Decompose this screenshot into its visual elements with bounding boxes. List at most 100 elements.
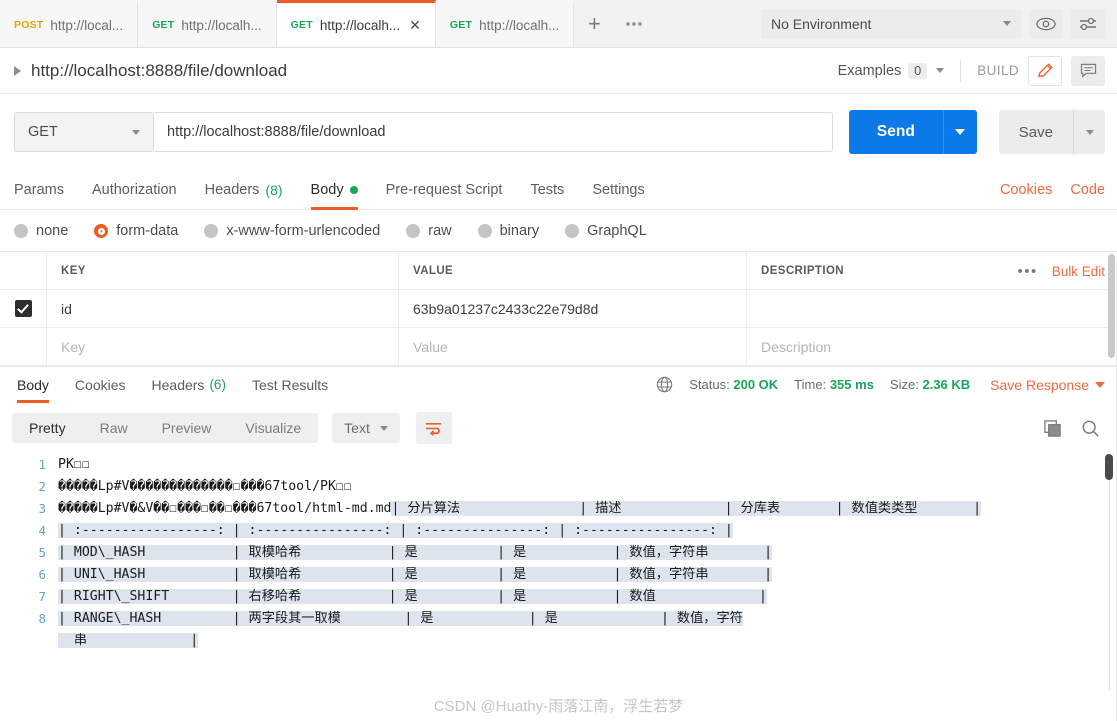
- body-mode-label: none: [36, 223, 69, 239]
- row-key-input[interactable]: id: [47, 290, 399, 327]
- view-segment-visualize[interactable]: Visualize: [228, 413, 318, 443]
- cookies-link[interactable]: Cookies: [1000, 182, 1052, 198]
- request-url-input[interactable]: [154, 112, 833, 152]
- environment-settings-button[interactable]: [1071, 8, 1105, 39]
- examples-label: Examples: [837, 62, 902, 79]
- breadcrumb-bar: http://localhost:8888/file/download Exam…: [0, 48, 1117, 94]
- new-description-input[interactable]: Description: [747, 328, 1117, 365]
- request-tab-0[interactable]: POST http://local...: [0, 0, 139, 47]
- code-line: 3 �����Lp#V�&V��☐���☐��☐���67tool/html-md…: [0, 498, 1117, 520]
- line-number: 5: [38, 545, 46, 560]
- response-tab-label: Cookies: [74, 376, 126, 393]
- response-tab-cookies[interactable]: Cookies: [75, 367, 126, 403]
- globe-icon: [657, 376, 673, 393]
- body-mode-binary[interactable]: binary: [477, 223, 539, 239]
- response-format-label: Text: [344, 420, 370, 436]
- row-value-input[interactable]: 63b9a01237c2433c22e79d8d: [399, 290, 747, 327]
- code-link[interactable]: Code: [1070, 182, 1105, 198]
- divider: [960, 59, 962, 82]
- pencil-icon: [1037, 63, 1053, 77]
- radio-icon[interactable]: [406, 224, 421, 238]
- view-segment-raw[interactable]: Raw: [83, 413, 145, 443]
- tab-settings[interactable]: Settings: [592, 170, 644, 210]
- watermark: CSDN @Huathy-雨落江南，浮生若梦: [433, 698, 684, 715]
- radio-icon[interactable]: [14, 224, 28, 238]
- body-mode-raw[interactable]: raw: [406, 223, 452, 239]
- tab-headers[interactable]: Headers (8): [205, 170, 283, 210]
- radio-icon[interactable]: [94, 224, 109, 238]
- tab-title-label: http://localh...: [181, 17, 262, 33]
- response-body-code[interactable]: 1 PK☐☐ 2 �����Lp#V�������������☐���67tool/P…: [0, 454, 1117, 690]
- line-number: 6: [38, 567, 46, 582]
- new-tab-button[interactable]: +: [574, 0, 614, 47]
- http-method-label: GET: [28, 124, 58, 140]
- row-checkbox[interactable]: [14, 300, 32, 317]
- new-value-input[interactable]: Value: [399, 328, 747, 365]
- save-response-button[interactable]: Save Response: [990, 377, 1105, 393]
- save-button[interactable]: Save: [998, 110, 1073, 154]
- save-options-button[interactable]: [1073, 110, 1105, 154]
- response-tab-body[interactable]: Body: [17, 367, 49, 403]
- request-tab-3[interactable]: GET http://localh...: [435, 0, 575, 47]
- response-format-select[interactable]: Text: [332, 413, 400, 443]
- code-scrollbar[interactable]: [1105, 454, 1113, 480]
- environment-controls: No Environment: [761, 0, 1117, 47]
- tab-authorization[interactable]: Authorization: [92, 170, 177, 210]
- row-description-input[interactable]: [747, 290, 1117, 327]
- table-more-options-icon[interactable]: •••: [1017, 263, 1037, 280]
- code-line: 5 | MOD\_HASH | 取模哈希 | 是 | 是 | 数值，字符串 |: [0, 542, 1117, 564]
- tab-bar-spacer: [654, 0, 761, 47]
- tab-params[interactable]: Params: [14, 170, 64, 210]
- environment-selected-label: No Environment: [771, 15, 872, 32]
- tab-tests[interactable]: Tests: [530, 170, 564, 210]
- collapse-arrow-icon[interactable]: [14, 65, 21, 76]
- code-text: | RANGE\_HASH | 两字段其一取模 | 是 | 是 | 数值，字符: [58, 608, 1117, 630]
- tab-body[interactable]: Body: [310, 170, 358, 210]
- chevron-down-icon: [1003, 21, 1011, 26]
- tab-options-button[interactable]: [614, 0, 654, 47]
- environment-select[interactable]: No Environment: [761, 8, 1021, 39]
- new-key-input[interactable]: Key: [47, 328, 399, 365]
- comments-button[interactable]: [1071, 55, 1105, 86]
- radio-icon[interactable]: [477, 224, 492, 238]
- table-scrollbar[interactable]: [1108, 254, 1115, 358]
- send-button[interactable]: Send: [848, 110, 943, 154]
- environment-quick-look-button[interactable]: [1029, 8, 1063, 39]
- body-mode-form-data[interactable]: form-data: [94, 223, 178, 239]
- view-segment-pretty[interactable]: Pretty: [12, 413, 83, 443]
- bulk-edit-button[interactable]: Bulk Edit: [1052, 264, 1105, 279]
- http-method-select[interactable]: GET: [14, 112, 154, 152]
- radio-icon[interactable]: [204, 224, 219, 238]
- radio-icon[interactable]: [565, 224, 580, 238]
- request-tab-1[interactable]: GET http://localh...: [138, 0, 277, 47]
- edit-request-button[interactable]: [1028, 55, 1062, 86]
- response-tab-headers[interactable]: Headers (6): [152, 367, 226, 403]
- word-wrap-button[interactable]: [415, 412, 452, 444]
- chevron-down-icon: [379, 425, 388, 431]
- tab-method-label: POST: [14, 19, 44, 31]
- body-mode-none[interactable]: none: [14, 223, 68, 239]
- copy-response-button[interactable]: [1037, 413, 1067, 443]
- response-status: Status: 200 OK: [689, 377, 778, 392]
- time-value: 355 ms: [829, 377, 874, 392]
- request-tab-2[interactable]: GET http://localh... ✕: [276, 0, 436, 47]
- page-title: http://localhost:8888/file/download: [31, 60, 288, 80]
- response-tab-test-results[interactable]: Test Results: [252, 367, 328, 403]
- build-label[interactable]: BUILD: [977, 63, 1019, 78]
- send-button-group: Send: [848, 110, 977, 154]
- line-number: 2: [38, 479, 46, 494]
- view-segment-preview[interactable]: Preview: [145, 413, 229, 443]
- search-response-button[interactable]: [1075, 413, 1105, 443]
- body-mode-GraphQL[interactable]: GraphQL: [565, 223, 647, 239]
- code-text: | RIGHT\_SHIFT | 右移哈希 | 是 | 是 | 数值 |: [58, 586, 1117, 608]
- body-mode-x-www-form-urlencoded[interactable]: x-www-form-urlencoded: [204, 223, 380, 239]
- tab-label: Authorization: [91, 181, 177, 198]
- examples-chevron-down-icon[interactable]: [936, 68, 945, 73]
- table-header-row: KEY VALUE DESCRIPTION ••• Bulk Edit: [0, 252, 1117, 290]
- tab-pre-request-script[interactable]: Pre-request Script: [386, 170, 503, 210]
- examples-count: 0: [908, 62, 928, 79]
- send-options-button[interactable]: [942, 110, 977, 154]
- code-scroll-track: [1109, 454, 1110, 690]
- close-icon[interactable]: ✕: [409, 18, 421, 32]
- code-segment: 串 |: [58, 633, 199, 648]
